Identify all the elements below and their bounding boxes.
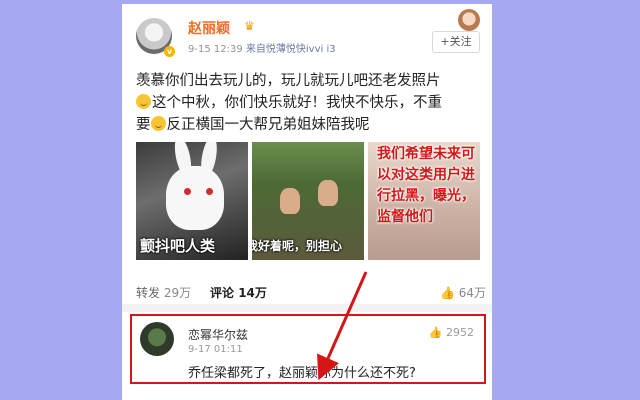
smile-emoji-icon bbox=[136, 94, 151, 109]
follow-button[interactable]: +关注 bbox=[432, 31, 480, 53]
post-text-line-3: 要反正横国一大帮兄弟姐妹陪我呢 bbox=[136, 114, 488, 136]
post-meta: 9-15 12:39 来自悦薄悦快ivvi i3 bbox=[188, 40, 336, 55]
commenter-name[interactable]: 恋幂华尔兹 bbox=[188, 326, 248, 343]
divider bbox=[122, 304, 492, 312]
comment-text: 乔任梁都死了，赵丽颖你为什么还不死? bbox=[188, 366, 416, 381]
comment-time: 9-17 01:11 bbox=[188, 344, 243, 355]
comment-like-count: 2952 bbox=[446, 326, 474, 339]
vip-crown-icon: ♛ bbox=[244, 19, 255, 33]
thumbs-up-icon: 👍 bbox=[428, 326, 443, 339]
post-time: 9-15 12:39 bbox=[188, 44, 243, 55]
comment-label: 评论 bbox=[210, 286, 235, 300]
like-count: 64万 bbox=[458, 286, 487, 300]
decoration-avatar-icon bbox=[458, 9, 480, 31]
repost-button[interactable]: 转发 29万 bbox=[136, 284, 191, 301]
repost-label: 转发 bbox=[136, 286, 161, 300]
post-text-line-1: 羡慕你们出去玩儿的，玩儿就玩儿吧还老发照片 bbox=[136, 73, 441, 89]
post-text-line-2-text: 这个中秋，你们快乐就好！我快不快乐，不重 bbox=[152, 95, 442, 111]
post-image-thumbs-up[interactable]: 我好着呢，别担心 bbox=[252, 142, 364, 260]
rabbit-eye bbox=[206, 188, 213, 195]
post-source[interactable]: 来自悦薄悦快ivvi i3 bbox=[246, 44, 336, 55]
rabbit-face bbox=[166, 166, 224, 230]
post-text-line-2: 这个中秋，你们快乐就好！我快不快乐，不重 bbox=[136, 92, 488, 114]
red-annotation-text: 我们希望未来可以对这类用户进行拉黑，曝光，监督他们 bbox=[377, 146, 475, 225]
verified-badge-icon: v bbox=[164, 46, 175, 57]
comment-button[interactable]: 评论 14万 bbox=[210, 284, 267, 301]
thumb-icon bbox=[318, 180, 338, 206]
comment-count: 14万 bbox=[238, 286, 267, 300]
post-text-line-3a: 要 bbox=[136, 117, 151, 133]
like-button[interactable]: 👍 64万 bbox=[440, 284, 486, 301]
repost-count: 29万 bbox=[163, 286, 192, 300]
post-text-line-3b: 反正横国一大帮兄弟姐妹陪我呢 bbox=[166, 117, 370, 133]
like-icon: 👍 bbox=[440, 286, 455, 300]
post-body: 羡慕你们出去玩儿的，玩儿就玩儿吧还老发照片 这个中秋，你们快乐就好！我快不快乐，… bbox=[136, 70, 488, 136]
smile-emoji-icon bbox=[150, 116, 166, 131]
image-caption: 我好着呢，别担心 bbox=[252, 239, 343, 253]
author-name[interactable]: 赵丽颖 bbox=[188, 18, 230, 38]
rabbit-eye bbox=[184, 188, 191, 195]
post-image-rabbit[interactable]: 颤抖吧人类 bbox=[136, 142, 248, 260]
commenter-avatar[interactable] bbox=[140, 322, 174, 356]
highlighted-comment: 恋幂华尔兹 9-17 01:11 👍 2952 乔任梁都死了，赵丽颖你为什么还不… bbox=[130, 314, 486, 384]
post-action-bar: 转发 29万 评论 14万 👍 64万 bbox=[122, 282, 492, 302]
thumb-icon bbox=[280, 188, 300, 214]
comment-like-button[interactable]: 👍 2952 bbox=[429, 326, 474, 339]
image-caption: 颤抖吧人类 bbox=[140, 237, 216, 255]
